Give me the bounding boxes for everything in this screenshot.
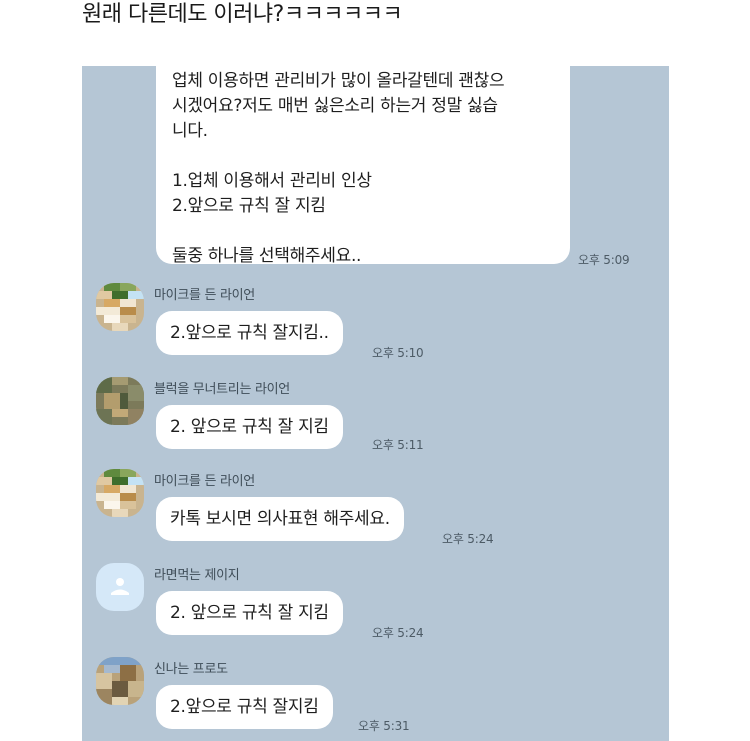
pixelated-avatar-icon[interactable]	[96, 469, 144, 517]
message-bubble[interactable]: 2. 앞으로 규칙 잘 지킴	[156, 591, 343, 635]
message-text: 2. 앞으로 규칙 잘 지킴	[170, 417, 329, 437]
message-bubble[interactable]: 카톡 보시면 의사표현 해주세요.	[156, 497, 404, 541]
default-profile-icon[interactable]	[96, 563, 144, 611]
message-bubble[interactable]: 2.앞으로 규칙 잘지킴	[156, 685, 333, 729]
message-time: 오후 5:24	[372, 626, 424, 640]
sender-name: 마이크를 든 라이언	[154, 474, 255, 489]
message-text: 2. 앞으로 규칙 잘 지킴	[170, 603, 329, 623]
message-time: 오후 5:09	[578, 253, 630, 267]
message-time: 오후 5:31	[358, 719, 410, 733]
message-time: 오후 5:11	[372, 438, 424, 452]
chat-window: 업체 이용하면 관리비가 많이 올라갈텐데 괜찮으 시겠어요?저도 매번 싫은소…	[82, 66, 669, 741]
message-text: 2.앞으로 규칙 잘지킴..	[170, 323, 329, 343]
message-time: 오후 5:10	[372, 346, 424, 360]
sender-name: 블럭을 무너트리는 라이언	[154, 382, 290, 397]
message-bubble[interactable]: 2.앞으로 규칙 잘지킴..	[156, 311, 343, 355]
pixelated-avatar-icon[interactable]	[96, 377, 144, 425]
pixelated-avatar-icon[interactable]	[96, 657, 144, 705]
message-text: 2.앞으로 규칙 잘지킴	[170, 697, 319, 717]
pixelated-avatar-icon[interactable]	[96, 283, 144, 331]
sender-name: 마이크를 든 라이언	[154, 288, 255, 303]
sender-name: 라면먹는 제이지	[154, 568, 240, 583]
sender-name: 신나는 프로도	[154, 662, 228, 677]
message-text: 업체 이용하면 관리비가 많이 올라갈텐데 괜찮으 시겠어요?저도 매번 싫은소…	[172, 71, 505, 264]
message-text: 카톡 보시면 의사표현 해주세요.	[170, 509, 390, 529]
post-caption: 원래 다른데도 이러냐?ㅋㅋㅋㅋㅋㅋ	[82, 2, 403, 27]
message-bubble[interactable]: 업체 이용하면 관리비가 많이 올라갈텐데 괜찮으 시겠어요?저도 매번 싫은소…	[156, 66, 570, 264]
message-time: 오후 5:24	[442, 532, 494, 546]
message-bubble[interactable]: 2. 앞으로 규칙 잘 지킴	[156, 405, 343, 449]
